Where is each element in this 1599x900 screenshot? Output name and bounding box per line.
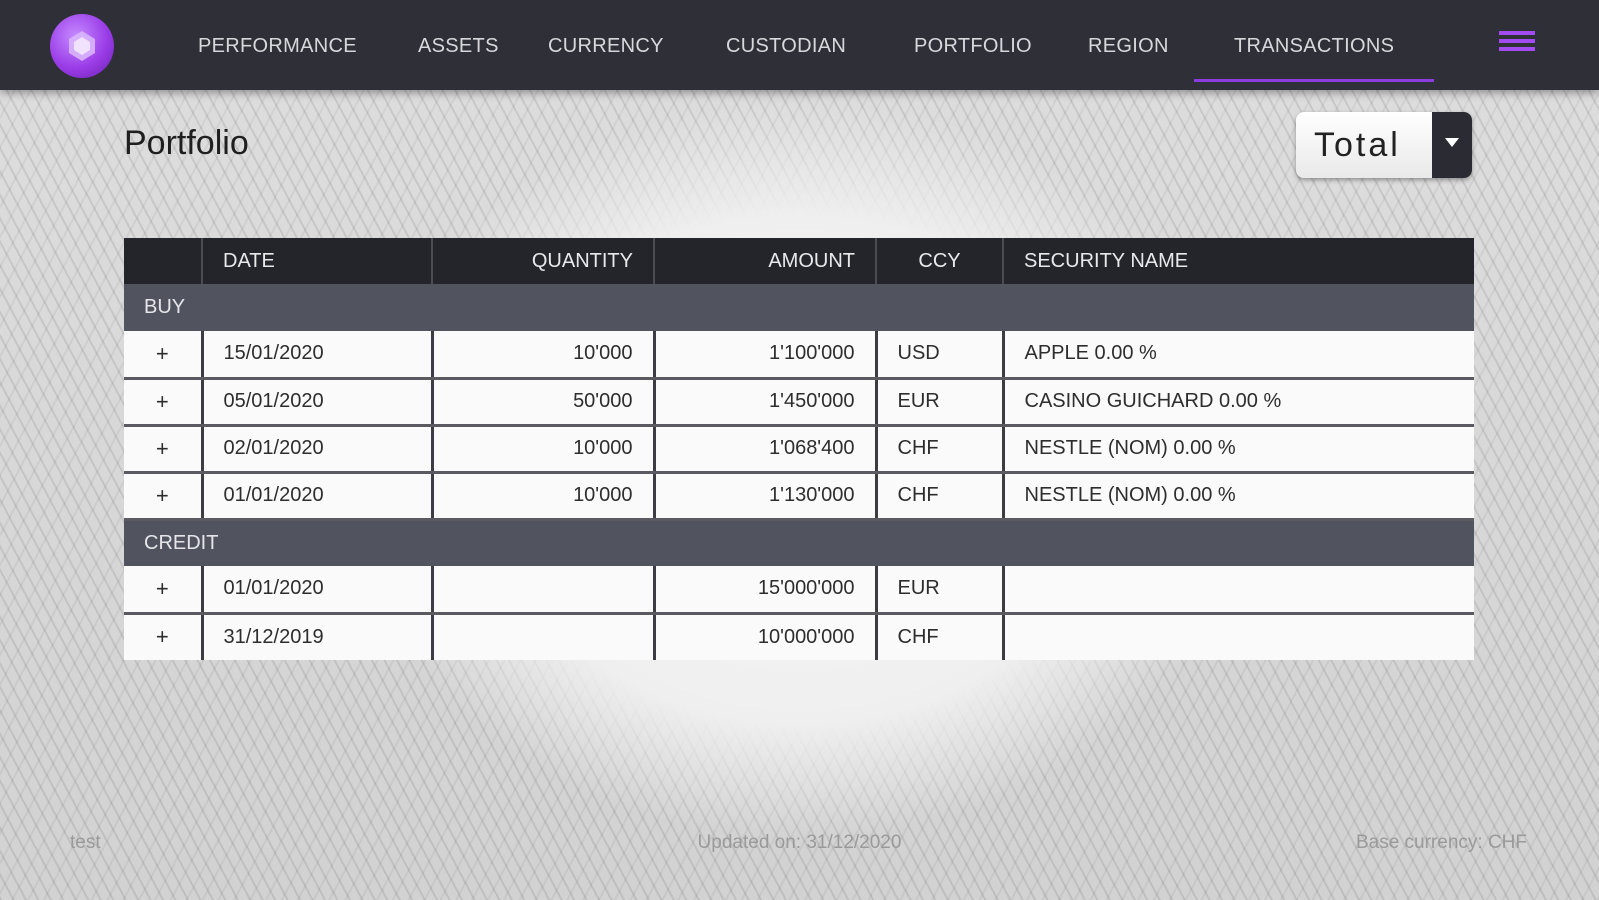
- nav-region[interactable]: REGION: [1088, 0, 1169, 90]
- hamburger-icon[interactable]: [1499, 31, 1535, 61]
- cell-amount: 1'100'000: [654, 331, 878, 380]
- cell-quantity: 10'000: [432, 331, 656, 380]
- table-row: + 31/12/2019 10'000'000 CHF: [124, 613, 1474, 660]
- cell-ccy: CHF: [876, 472, 1005, 521]
- page-title: Portfolio: [124, 124, 249, 162]
- cell-date: 05/01/2020: [202, 378, 434, 427]
- expand-row-button[interactable]: +: [124, 378, 204, 427]
- nav-portfolio[interactable]: PORTFOLIO: [914, 0, 1032, 90]
- nav-transactions[interactable]: TRANSACTIONS: [1193, 0, 1435, 90]
- column-header-security-name[interactable]: SECURITY NAME: [1003, 238, 1474, 284]
- column-header-toggle: [124, 238, 203, 284]
- nav-performance[interactable]: PERFORMANCE: [198, 0, 357, 90]
- column-header-quantity[interactable]: QUANTITY: [432, 238, 655, 284]
- table-row: + 01/01/2020 10'000 1'130'000 CHF NESTLE…: [124, 472, 1474, 521]
- expand-row-button[interactable]: +: [124, 331, 204, 380]
- cell-date: 01/01/2020: [202, 472, 434, 521]
- dropdown-toggle[interactable]: [1432, 112, 1472, 178]
- column-header-ccy[interactable]: CCY: [876, 238, 1004, 284]
- cell-date: 01/01/2020: [202, 566, 434, 615]
- table-row: + 02/01/2020 10'000 1'068'400 CHF NESTLE…: [124, 425, 1474, 474]
- cell-quantity: [432, 613, 656, 660]
- cell-ccy: CHF: [876, 425, 1005, 474]
- cell-amount: 1'068'400: [654, 425, 878, 474]
- cell-quantity: 50'000: [432, 378, 656, 427]
- cell-security-name: [1003, 566, 1474, 615]
- cell-ccy: EUR: [876, 566, 1005, 615]
- cell-amount: 1'130'000: [654, 472, 878, 521]
- table-row: + 01/01/2020 15'000'000 EUR: [124, 566, 1474, 615]
- cell-amount: 10'000'000: [654, 613, 878, 660]
- cell-date: 31/12/2019: [202, 613, 434, 660]
- table-row: + 15/01/2020 10'000 1'100'000 USD APPLE …: [124, 331, 1474, 380]
- cell-security-name: [1003, 613, 1474, 660]
- table-header-row: DATE QUANTITY AMOUNT CCY SECURITY NAME: [124, 238, 1474, 284]
- portfolio-selector-dropdown[interactable]: Total: [1296, 112, 1472, 178]
- cell-quantity: 10'000: [432, 472, 656, 521]
- group-row-credit[interactable]: CREDIT: [124, 519, 1474, 566]
- dropdown-selected-value: Total: [1314, 126, 1401, 164]
- nav-custodian[interactable]: CUSTODIAN: [726, 0, 846, 90]
- cell-security-name: CASINO GUICHARD 0.00 %: [1003, 378, 1474, 427]
- column-header-date[interactable]: DATE: [202, 238, 433, 284]
- group-row-buy[interactable]: BUY: [124, 284, 1474, 331]
- footer-base-currency: Base currency: CHF: [1355, 832, 1527, 853]
- cell-ccy: EUR: [876, 378, 1005, 427]
- gem-icon[interactable]: [50, 14, 114, 78]
- expand-row-button[interactable]: +: [124, 613, 204, 660]
- column-header-amount[interactable]: AMOUNT: [654, 238, 877, 284]
- cell-security-name: APPLE 0.00 %: [1003, 331, 1474, 380]
- cell-quantity: 10'000: [432, 425, 656, 474]
- nav-currency[interactable]: CURRENCY: [548, 0, 664, 90]
- expand-row-button[interactable]: +: [124, 566, 204, 615]
- cell-amount: 1'450'000: [654, 378, 878, 427]
- group-label: CREDIT: [124, 519, 1474, 566]
- cell-ccy: CHF: [876, 613, 1005, 660]
- cell-amount: 15'000'000: [654, 566, 878, 615]
- cell-quantity: [432, 566, 656, 615]
- transactions-table: DATE QUANTITY AMOUNT CCY SECURITY NAME B…: [124, 238, 1474, 660]
- expand-row-button[interactable]: +: [124, 472, 204, 521]
- cell-date: 02/01/2020: [202, 425, 434, 474]
- cell-ccy: USD: [876, 331, 1005, 380]
- expand-row-button[interactable]: +: [124, 425, 204, 474]
- chevron-down-icon: [1445, 138, 1459, 147]
- group-label: BUY: [124, 284, 1474, 331]
- top-navigation-bar: PERFORMANCE ASSETS CURRENCY CUSTODIAN PO…: [0, 0, 1599, 90]
- table-row: + 05/01/2020 50'000 1'450'000 EUR CASINO…: [124, 378, 1474, 427]
- cell-security-name: NESTLE (NOM) 0.00 %: [1003, 472, 1474, 521]
- nav-assets[interactable]: ASSETS: [418, 0, 499, 90]
- cell-date: 15/01/2020: [202, 331, 434, 380]
- cell-security-name: NESTLE (NOM) 0.00 %: [1003, 425, 1474, 474]
